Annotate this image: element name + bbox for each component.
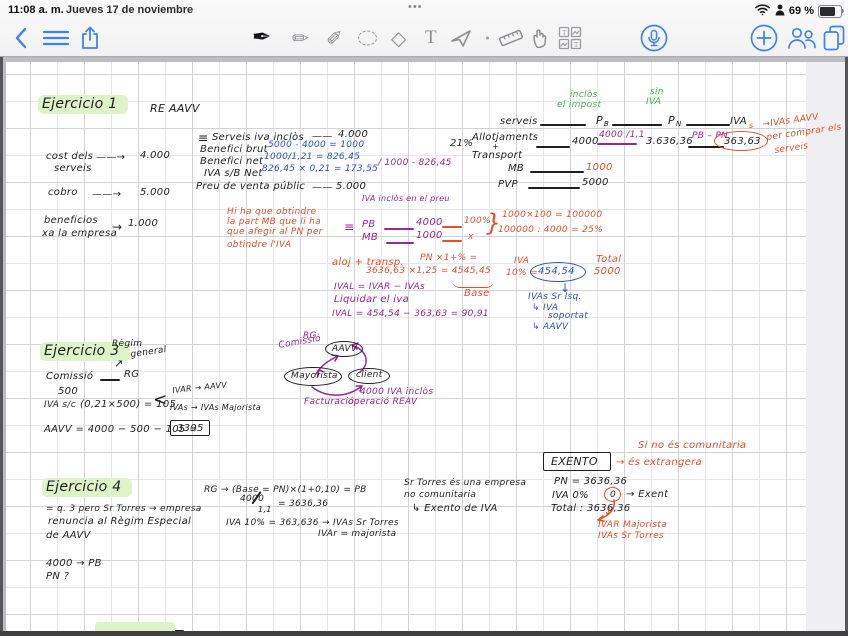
page-edge-bottom — [0, 631, 848, 636]
battery-percent: 69 % — [789, 5, 814, 17]
wifi-icon — [754, 3, 771, 19]
multitask-handle-icon[interactable]: ••• — [408, 1, 423, 13]
highlighter-tool-icon[interactable]: ✐ — [326, 28, 343, 48]
fountain-pen-tool-icon[interactable]: ✒ — [252, 27, 271, 50]
page-edge-left — [0, 0, 3, 636]
pointer-tool-icon[interactable] — [532, 27, 550, 49]
status-time: 11:08 a. m. — [8, 4, 64, 16]
microphone-button[interactable] — [640, 24, 668, 52]
add-page-button[interactable] — [750, 24, 778, 52]
elements-tool-icon[interactable]: TT — [558, 26, 582, 50]
note-page[interactable] — [6, 62, 806, 631]
person-icon — [775, 4, 785, 19]
shapes-tool-icon[interactable] — [450, 28, 472, 48]
note-canvas[interactable] — [0, 57, 848, 636]
text-tool-icon[interactable]: T — [425, 27, 437, 49]
eraser-tool-icon[interactable]: ◇ — [391, 28, 406, 48]
status-date: Jueves 17 de noviembre — [66, 4, 193, 16]
page-right-margin — [806, 62, 845, 631]
menu-button[interactable] — [42, 29, 70, 47]
back-button[interactable] — [14, 27, 28, 49]
share-button[interactable] — [80, 26, 100, 50]
svg-text:T: T — [562, 29, 567, 37]
lasso-tool-icon[interactable] — [358, 31, 377, 46]
ruler-tool-icon[interactable] — [498, 29, 524, 47]
top-bar: 11:08 a. m. Jueves 17 de noviembre ••• 6… — [0, 0, 848, 57]
separator-dot — [486, 37, 489, 40]
collaborate-button[interactable] — [786, 25, 818, 51]
toolbar: ✒ ✏ ✐ ◇ T TT — [0, 20, 848, 56]
svg-text:T: T — [574, 41, 579, 49]
status-bar: 11:08 a. m. Jueves 17 de noviembre ••• 6… — [0, 0, 848, 20]
pages-button[interactable] — [822, 25, 846, 52]
pencil-tool-icon[interactable]: ✏ — [292, 28, 309, 48]
battery-icon — [818, 5, 842, 18]
